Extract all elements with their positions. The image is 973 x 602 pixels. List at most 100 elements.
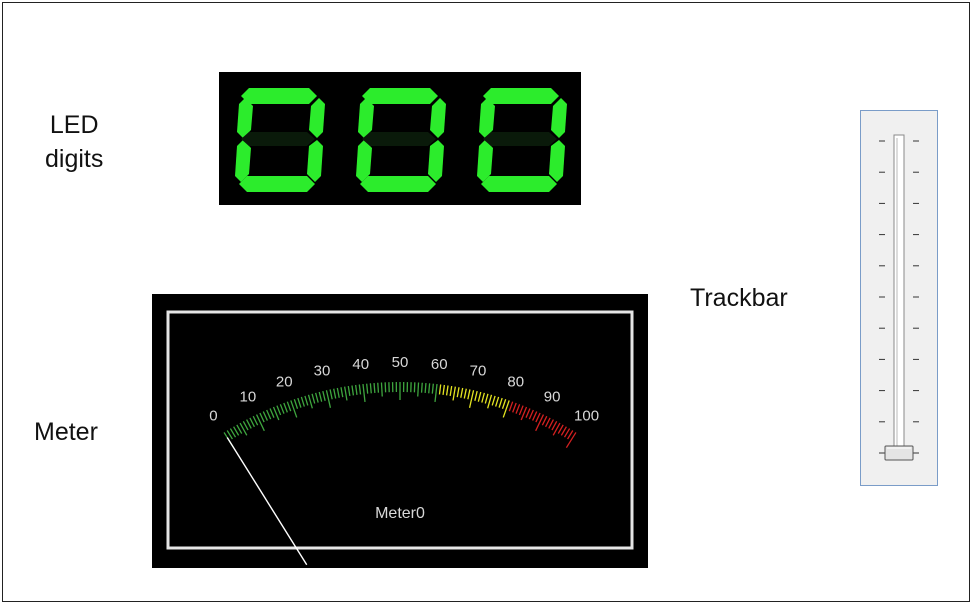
meter-tick xyxy=(330,389,332,399)
meter-tick xyxy=(308,395,312,408)
led-segment-b xyxy=(430,98,446,138)
meter-tick xyxy=(284,403,287,412)
meter-tick xyxy=(475,391,477,401)
meter-tick xyxy=(542,416,546,425)
meter-tick xyxy=(482,393,485,403)
led-segment-e xyxy=(356,140,372,182)
meter-tick xyxy=(439,385,440,395)
meter-tick xyxy=(488,395,492,408)
analog-meter: 0102030405060708090100Meter0 xyxy=(152,294,648,568)
meter-tick xyxy=(263,411,267,420)
meter-tick xyxy=(499,398,502,408)
meter-tick xyxy=(359,385,360,395)
meter-scale-label: 60 xyxy=(431,356,448,373)
led-digit-1 xyxy=(231,82,327,195)
meter-tick xyxy=(485,394,488,404)
meter-tick xyxy=(345,387,347,401)
meter-tick xyxy=(370,383,371,393)
led-display xyxy=(219,72,581,205)
led-segment-a xyxy=(241,88,317,104)
meter-caption: Meter0 xyxy=(375,505,425,522)
meter-tick xyxy=(443,385,444,395)
meter-tick xyxy=(319,392,321,402)
meter-tick xyxy=(549,420,554,429)
meter-tick xyxy=(519,406,523,415)
meter-tick xyxy=(341,387,343,397)
meter-tick xyxy=(312,394,315,404)
meter-tick xyxy=(552,421,557,430)
meter-scale-label: 50 xyxy=(392,354,409,371)
led-segment-c xyxy=(428,140,444,182)
trackbar-thumb[interactable] xyxy=(885,446,913,460)
meter-tick xyxy=(352,385,353,395)
meter-tick xyxy=(257,415,265,431)
led-label-line2: digits xyxy=(45,142,103,176)
led-segment-g xyxy=(241,132,315,146)
led-segment-e xyxy=(477,140,493,182)
meter-tick xyxy=(260,413,264,422)
meter-tick xyxy=(536,413,540,422)
meter-tick xyxy=(326,390,330,408)
trackbar-body[interactable] xyxy=(861,111,937,485)
meter-tick xyxy=(267,410,271,419)
led-segment-c xyxy=(307,140,323,182)
led-segment-c xyxy=(549,140,565,182)
meter-tick xyxy=(334,389,336,399)
led-digit-3 xyxy=(473,82,569,195)
meter-tick xyxy=(305,396,308,406)
meter-tick xyxy=(509,402,512,411)
led-label-line1: LED xyxy=(45,108,103,142)
led-segment-d xyxy=(239,176,315,192)
meter-tick xyxy=(429,383,430,393)
meter-tick xyxy=(435,384,437,402)
meter-tick xyxy=(243,421,248,430)
led-segment-d xyxy=(481,176,557,192)
meter-label: Meter xyxy=(34,418,98,447)
meter-tick xyxy=(453,387,455,401)
meter-tick xyxy=(461,388,463,398)
meter-tick xyxy=(516,404,520,413)
meter-tick xyxy=(294,399,297,408)
meter-tick xyxy=(374,383,375,393)
meter-tick xyxy=(301,397,304,407)
led-segment-b xyxy=(551,98,567,138)
led-segment-a xyxy=(483,88,559,104)
meter-scale-label: 30 xyxy=(314,363,331,380)
led-segment-a xyxy=(362,88,438,104)
meter-tick xyxy=(502,399,505,408)
meter-tick xyxy=(280,404,284,413)
meter-tick xyxy=(247,420,252,429)
meter-tick xyxy=(536,415,544,431)
meter-needle xyxy=(227,438,306,565)
led-segment-e xyxy=(235,140,251,182)
meter-tick xyxy=(381,383,382,397)
led-digit-2 xyxy=(352,82,448,195)
meter-scale-label: 0 xyxy=(209,407,217,424)
meter-tick xyxy=(250,418,255,427)
meter-tick xyxy=(526,408,530,417)
led-segment-g xyxy=(483,132,557,146)
meter-tick xyxy=(464,389,466,399)
meter-tick xyxy=(316,393,319,403)
meter-tick xyxy=(566,432,576,447)
meter-tick xyxy=(378,383,379,393)
meter-tick xyxy=(425,383,426,393)
meter-scale-label: 90 xyxy=(544,389,561,406)
meter-tick xyxy=(478,392,480,402)
meter-tick xyxy=(348,386,350,396)
led-digits-label: LED digits xyxy=(45,108,103,176)
meter-scale-label: 80 xyxy=(507,374,524,391)
meter-face: 0102030405060708090100Meter0 xyxy=(152,294,648,568)
meter-tick xyxy=(450,386,452,396)
meter-tick xyxy=(270,408,274,417)
meter-tick xyxy=(287,402,290,411)
meter-scale-label: 40 xyxy=(352,356,369,373)
meter-tick xyxy=(470,390,474,408)
meter-tick xyxy=(422,383,423,393)
meter-tick xyxy=(363,384,365,402)
trackbar-label: Trackbar xyxy=(690,284,788,313)
trackbar[interactable] xyxy=(860,110,938,486)
trackbar-groove xyxy=(894,135,904,459)
meter-scale-label: 100 xyxy=(574,407,599,424)
meter-tick xyxy=(337,388,339,398)
